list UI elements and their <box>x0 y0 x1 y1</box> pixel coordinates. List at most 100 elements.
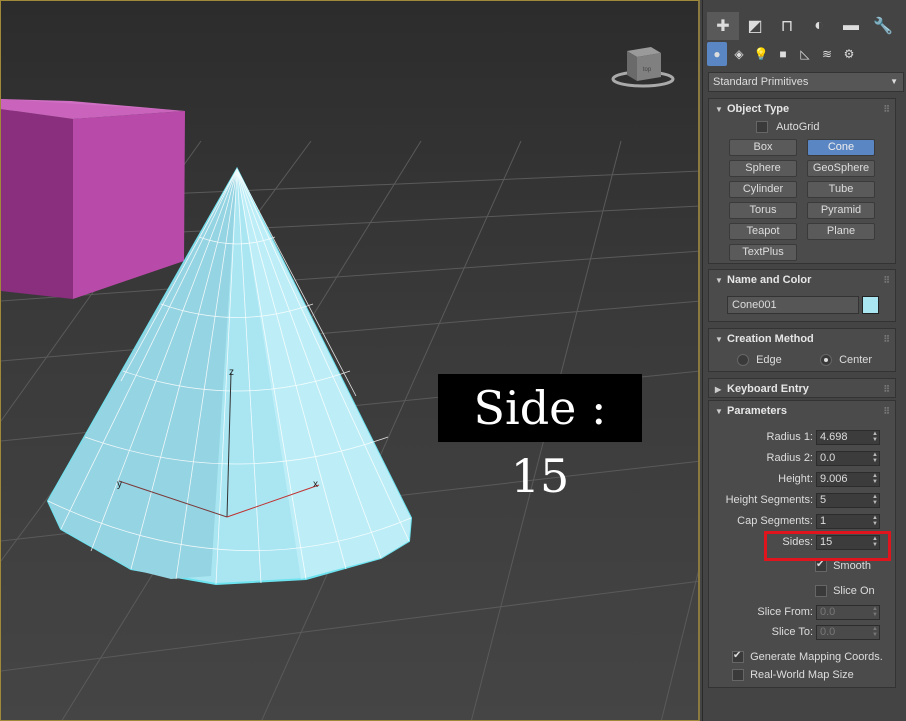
radius2-label: Radius 2: <box>766 452 813 464</box>
height-segments-field[interactable]: 5 <box>816 493 880 508</box>
object-color-swatch[interactable] <box>862 296 879 314</box>
display-tab[interactable]: ▬ <box>835 12 867 40</box>
geometry-icon: ● <box>713 47 721 61</box>
keyboard-entry-title: Keyboard Entry <box>727 383 809 395</box>
creation-method-header[interactable]: ▼ Creation Method ⠿ <box>709 329 895 349</box>
cylinder-button[interactable]: Cylinder <box>729 181 797 198</box>
object-name-field[interactable]: Cone001 <box>727 296 859 314</box>
spinner-icon[interactable]: ▲ ▼ <box>872 515 878 527</box>
torus-button[interactable]: Torus <box>729 202 797 219</box>
cone-button[interactable]: Cone <box>807 139 875 156</box>
collapse-icon: ▼ <box>715 335 723 344</box>
motion-icon: ◐ <box>814 17 824 34</box>
height-field[interactable]: 9.006 <box>816 472 880 487</box>
helpers-button[interactable]: ◺ <box>795 42 815 66</box>
height-segments-row: Height Segments: 5 ▲ ▼ <box>709 493 895 509</box>
slice-from-field[interactable]: 0.0 <box>816 605 880 620</box>
smooth-checkbox[interactable] <box>815 559 827 573</box>
gen-mapping-row[interactable]: Generate Mapping Coords. <box>732 650 883 664</box>
cap-segments-field[interactable]: 1 <box>816 514 880 529</box>
modify-icon: ◩ <box>747 18 763 35</box>
creation-method-title: Creation Method <box>727 333 814 345</box>
spacewarps-button[interactable]: ≋ <box>817 42 837 66</box>
keyboard-entry-header[interactable]: ▶ Keyboard Entry ⠿ <box>709 379 895 399</box>
grip-icon: ⠿ <box>883 104 890 114</box>
axis-z-label: z <box>229 367 234 378</box>
create-icon: ✚ <box>716 18 730 35</box>
radio-on-icon <box>820 354 832 367</box>
tube-button[interactable]: Tube <box>807 181 875 198</box>
viewcube-icon[interactable]: top <box>607 41 679 93</box>
axis-y-label: y <box>117 479 122 490</box>
object-type-title: Object Type <box>727 103 790 115</box>
slice-on-row[interactable]: Slice On <box>815 585 875 598</box>
object-type-header[interactable]: ▼ Object Type ⠿ <box>709 99 895 119</box>
height-label: Height: <box>778 473 813 485</box>
plane-button[interactable]: Plane <box>807 223 875 240</box>
cap-segments-label: Cap Segments: <box>737 515 813 527</box>
height-segments-label: Height Segments: <box>725 494 813 506</box>
grip-icon: ⠿ <box>883 275 890 285</box>
gen-mapping-checkbox[interactable] <box>732 650 744 664</box>
radius2-field[interactable]: 0.0 <box>816 451 880 466</box>
pyramid-button[interactable]: Pyramid <box>807 202 875 219</box>
textplus-button[interactable]: TextPlus <box>729 244 797 261</box>
sphere-button[interactable]: Sphere <box>729 160 797 177</box>
real-world-row[interactable]: Real-World Map Size <box>732 669 854 682</box>
edge-radio[interactable]: Edge <box>737 354 782 367</box>
keyboard-entry-rollout: ▶ Keyboard Entry ⠿ <box>708 378 896 398</box>
slice-on-checkbox[interactable] <box>815 585 827 598</box>
edge-label: Edge <box>756 354 782 366</box>
slice-to-field[interactable]: 0.0 <box>816 625 880 640</box>
spinner-icon[interactable]: ▲ ▼ <box>872 494 878 506</box>
geosphere-button[interactable]: GeoSphere <box>807 160 875 177</box>
lights-button[interactable]: 💡 <box>751 42 771 66</box>
gen-mapping-label: Generate Mapping Coords. <box>750 651 883 663</box>
center-radio[interactable]: Center <box>820 354 872 367</box>
collapse-icon: ▼ <box>715 276 723 285</box>
expand-icon: ▶ <box>715 385 722 394</box>
helpers-icon: ◺ <box>800 47 810 61</box>
shapes-button[interactable]: ◈ <box>729 42 749 66</box>
autogrid-row[interactable]: AutoGrid <box>756 121 819 134</box>
display-icon: ▬ <box>843 17 859 34</box>
box-object[interactable] <box>1 99 185 299</box>
systems-button[interactable]: ⚙ <box>839 42 859 66</box>
autogrid-checkbox[interactable] <box>756 121 768 134</box>
geometry-button[interactable]: ● <box>707 42 727 66</box>
radius1-field[interactable]: 4.698 <box>816 430 880 445</box>
primitive-type-dropdown[interactable]: Standard Primitives ▼ <box>708 72 904 92</box>
utilities-tab[interactable]: 🔧 <box>867 12 899 40</box>
command-panel: ✚ ◩ ⊓ ◐ ▬ 🔧 ● ◈ 💡 ■ ◺ ≋ ⚙ Standard Primi… <box>702 0 906 721</box>
spinner-icon[interactable]: ▲ ▼ <box>872 452 878 464</box>
grip-icon: ⠿ <box>883 406 890 416</box>
motion-tab[interactable]: ◐ <box>803 12 835 40</box>
modify-tab[interactable]: ◩ <box>739 12 771 40</box>
hierarchy-icon: ⊓ <box>780 18 794 35</box>
name-color-header[interactable]: ▼ Name and Color ⠿ <box>709 270 895 290</box>
systems-icon: ⚙ <box>843 47 855 61</box>
parameters-header[interactable]: ▼ Parameters ⠿ <box>709 401 895 421</box>
slice-to-label: Slice To: <box>771 626 813 638</box>
cameras-button[interactable]: ■ <box>773 42 793 66</box>
grip-icon: ⠿ <box>883 384 890 394</box>
chevron-down-icon: ▼ <box>890 77 898 86</box>
spinner-icon[interactable]: ▲ ▼ <box>872 606 878 618</box>
real-world-checkbox[interactable] <box>732 669 744 682</box>
create-tab[interactable]: ✚ <box>707 12 739 40</box>
radius1-label: Radius 1: <box>766 431 813 443</box>
smooth-row[interactable]: Smooth <box>815 559 871 573</box>
sides-overlay-label: Side : 15 <box>438 374 642 503</box>
name-color-rollout: ▼ Name and Color ⠿ Cone001 <box>708 269 896 322</box>
shapes-icon: ◈ <box>734 47 744 61</box>
hierarchy-tab[interactable]: ⊓ <box>771 12 803 40</box>
collapse-icon: ▼ <box>715 407 723 416</box>
smooth-label: Smooth <box>833 560 871 572</box>
spinner-icon[interactable]: ▲ ▼ <box>872 431 878 443</box>
spinner-icon[interactable]: ▲ ▼ <box>872 473 878 485</box>
slice-on-label: Slice On <box>833 585 875 597</box>
perspective-viewport[interactable]: z x y top Side : 15 <box>0 0 700 721</box>
spinner-icon[interactable]: ▲ ▼ <box>872 626 878 638</box>
teapot-button[interactable]: Teapot <box>729 223 797 240</box>
box-button[interactable]: Box <box>729 139 797 156</box>
